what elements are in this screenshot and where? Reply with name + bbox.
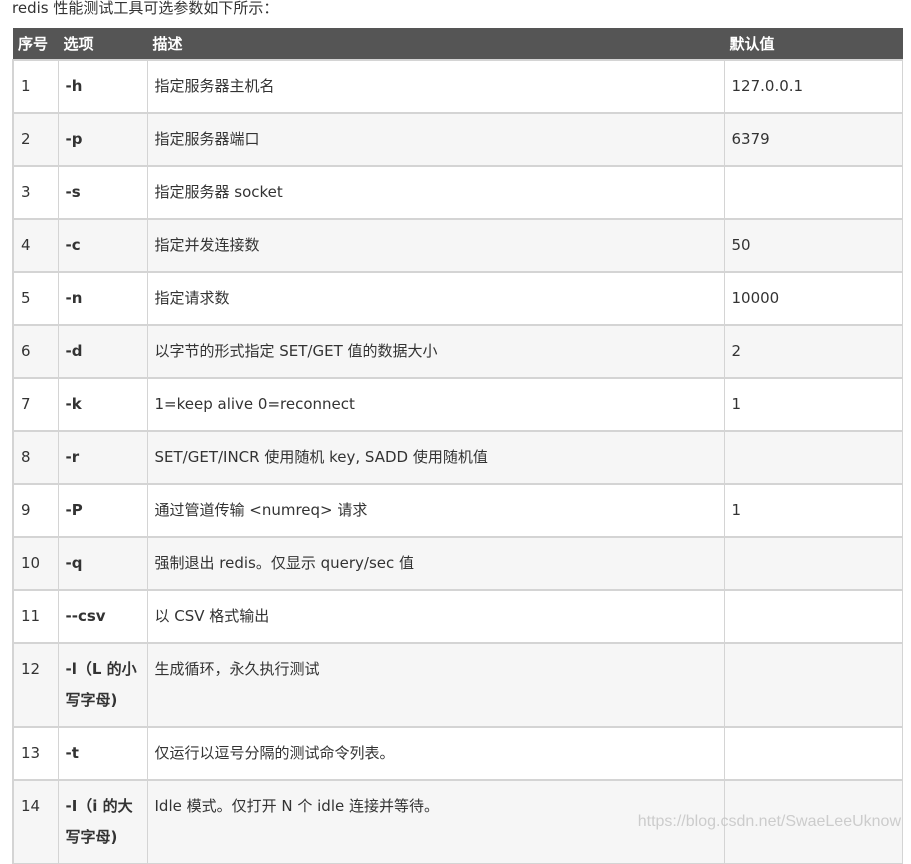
table-row: 6 -d 以字节的形式指定 SET/GET 值的数据大小 2	[12, 324, 903, 379]
table-row: 13 -t 仅运行以逗号分隔的测试命令列表。	[12, 726, 903, 781]
table-row: 5 -n 指定请求数 10000	[12, 271, 903, 326]
watermark: https://blog.csdn.net/SwaeLeeUknow	[637, 813, 901, 830]
table-row: 7 -k 1=keep alive 0=reconnect 1	[12, 377, 903, 432]
cell-default	[723, 726, 903, 781]
table-row: 11 --csv 以 CSV 格式输出	[12, 589, 903, 644]
cell-option: -s	[57, 165, 148, 220]
cell-default: 127.0.0.1	[723, 59, 903, 114]
table-row: 2 -p 指定服务器端口 6379	[12, 112, 903, 167]
cell-description: 指定请求数	[146, 271, 725, 326]
cell-default	[723, 536, 903, 591]
header-description: 描述	[147, 28, 725, 60]
cell-description: 1=keep alive 0=reconnect	[146, 377, 725, 432]
cell-description: 仅运行以逗号分隔的测试命令列表。	[146, 726, 725, 781]
cell-index: 12	[12, 642, 59, 728]
cell-description: 指定并发连接数	[146, 218, 725, 273]
cell-description: 指定服务器端口	[146, 112, 725, 167]
cell-index: 10	[12, 536, 59, 591]
table-row: 3 -s 指定服务器 socket	[12, 165, 903, 220]
cell-description: 通过管道传输 <numreq> 请求	[146, 483, 725, 538]
cell-option: --csv	[57, 589, 148, 644]
cell-option: -n	[57, 271, 148, 326]
table-row: 10 -q 强制退出 redis。仅显示 query/sec 值	[12, 536, 903, 591]
cell-index: 4	[12, 218, 59, 273]
cell-option: -h	[57, 59, 148, 114]
cell-default	[723, 642, 903, 728]
cell-default	[723, 165, 903, 220]
cell-description: 以 CSV 格式输出	[146, 589, 725, 644]
table-row: 9 -P 通过管道传输 <numreq> 请求 1	[12, 483, 903, 538]
cell-option: -p	[57, 112, 148, 167]
cell-index: 3	[12, 165, 59, 220]
cell-option: -d	[57, 324, 148, 379]
cell-description: 指定服务器主机名	[146, 59, 725, 114]
cell-index: 7	[12, 377, 59, 432]
cell-index: 13	[12, 726, 59, 781]
cell-index: 14	[12, 779, 59, 864]
cell-index: 2	[12, 112, 59, 167]
header-option: 选项	[58, 28, 148, 60]
cell-option: -k	[57, 377, 148, 432]
cell-default: 1	[723, 377, 903, 432]
cell-default: 1	[723, 483, 903, 538]
cell-description: 指定服务器 socket	[146, 165, 725, 220]
cell-description: 以字节的形式指定 SET/GET 值的数据大小	[146, 324, 725, 379]
table-row: 12 -l（L 的小写字母) 生成循环，永久执行测试	[12, 642, 903, 728]
table-body: 1 -h 指定服务器主机名 127.0.0.1 2 -p 指定服务器端口 637…	[12, 59, 903, 864]
cell-index: 11	[12, 589, 59, 644]
cell-default: 10000	[723, 271, 903, 326]
table-header: 序号 选项 描述 默认值	[13, 28, 903, 60]
cell-option: -c	[57, 218, 148, 273]
cell-description: 强制退出 redis。仅显示 query/sec 值	[146, 536, 725, 591]
header-default: 默认值	[724, 28, 903, 60]
cell-default: 6379	[723, 112, 903, 167]
cell-description: 生成循环，永久执行测试	[146, 642, 725, 728]
cell-default	[723, 430, 903, 485]
table-row: 1 -h 指定服务器主机名 127.0.0.1	[12, 59, 903, 114]
options-table: 序号 选项 描述 默认值 1 -h 指定服务器主机名 127.0.0.1 2 -…	[12, 28, 903, 864]
intro-text: redis 性能测试工具可选参数如下所示：	[12, 0, 279, 17]
cell-index: 5	[12, 271, 59, 326]
cell-default: 50	[723, 218, 903, 273]
cell-option: -l（L 的小写字母)	[57, 642, 148, 728]
cell-index: 1	[12, 59, 59, 114]
cell-default	[723, 589, 903, 644]
cell-option: -t	[57, 726, 148, 781]
table-row: 4 -c 指定并发连接数 50	[12, 218, 903, 273]
cell-option: -I（i 的大写字母)	[57, 779, 148, 864]
cell-option: -P	[57, 483, 148, 538]
cell-index: 6	[12, 324, 59, 379]
table-row: 8 -r SET/GET/INCR 使用随机 key, SADD 使用随机值	[12, 430, 903, 485]
cell-description: SET/GET/INCR 使用随机 key, SADD 使用随机值	[146, 430, 725, 485]
cell-default: 2	[723, 324, 903, 379]
cell-option: -q	[57, 536, 148, 591]
cell-index: 9	[12, 483, 59, 538]
cell-index: 8	[12, 430, 59, 485]
cell-option: -r	[57, 430, 148, 485]
header-index: 序号	[13, 28, 59, 60]
